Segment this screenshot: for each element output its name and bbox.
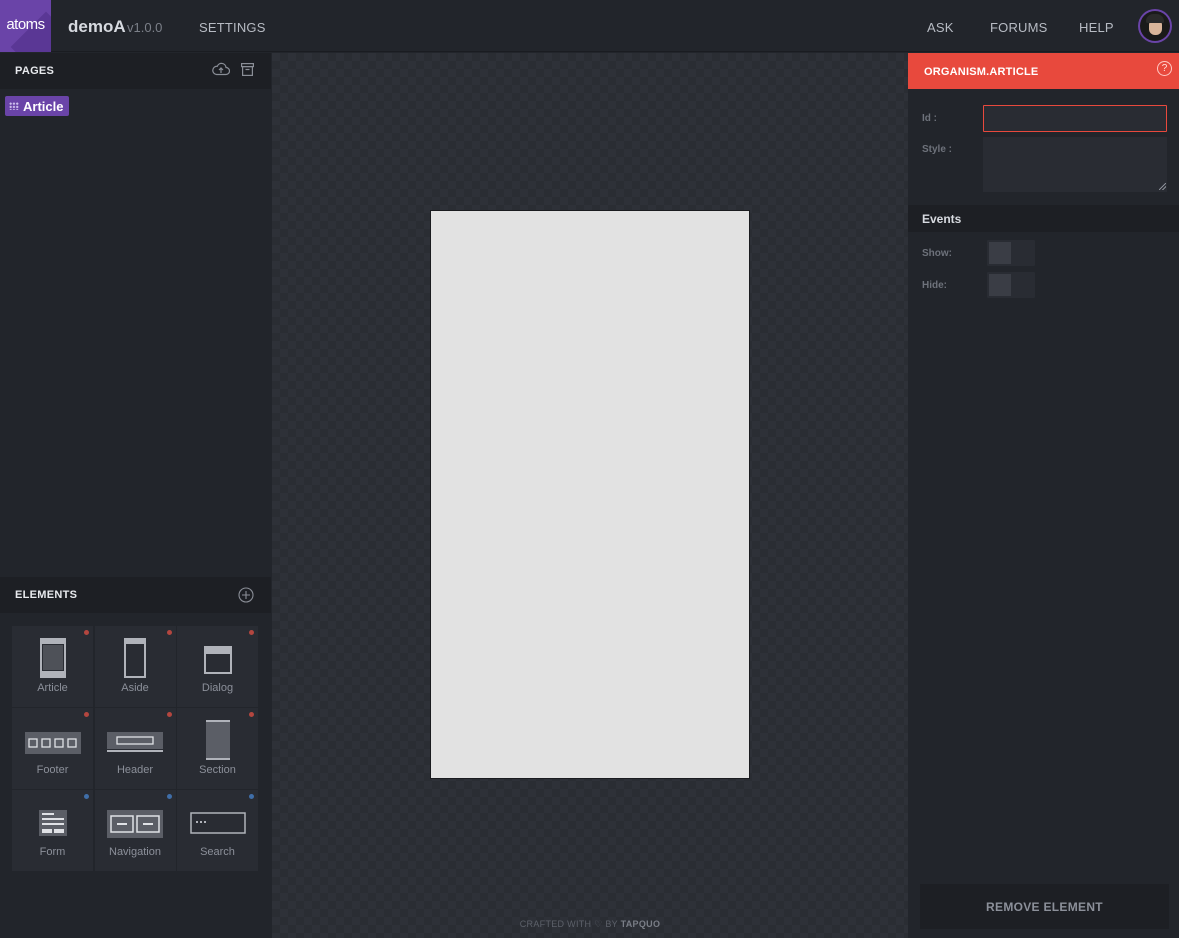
element-label: Navigation [109, 846, 161, 858]
element-label: Form [39, 846, 66, 858]
element-navigation[interactable]: Navigation [94, 790, 176, 871]
page-item-label: Article [23, 98, 64, 114]
id-label: Id : [922, 113, 937, 124]
elements-title: ELEMENTS [15, 589, 78, 601]
plus-circle-icon[interactable] [238, 587, 254, 606]
toggle-knob [989, 242, 1011, 264]
form-icon [38, 810, 67, 836]
left-panel: PAGES Article ELEMENTS Article Aside Dia… [0, 53, 271, 938]
molecule-dot [166, 794, 172, 799]
avatar-image [1140, 11, 1170, 41]
element-label: Article [37, 682, 68, 694]
pages-title: PAGES [15, 65, 55, 77]
id-field[interactable] [983, 105, 1167, 132]
editor-canvas[interactable]: CRAFTED WITH ♡ BY TAPQUO [272, 53, 908, 938]
hide-label: Hide: [922, 280, 947, 291]
help-icon[interactable]: ? [1157, 61, 1172, 76]
organism-dot [166, 630, 172, 635]
events-section-header: Events [908, 205, 1179, 232]
show-label: Show: [922, 248, 952, 259]
app-version: v1.0.0 [127, 20, 163, 35]
pages-header: PAGES [0, 53, 271, 89]
section-icon [205, 720, 230, 760]
element-label: Section [199, 764, 236, 776]
navigation-icon [107, 810, 163, 838]
settings-link[interactable]: SETTINGS [199, 20, 266, 35]
elements-grid: Article Aside Dialog Footer Header Secti… [12, 626, 258, 871]
molecule-dot [84, 794, 89, 799]
toggle-knob [989, 274, 1011, 296]
element-label: Search [200, 846, 235, 858]
article-icon [39, 638, 66, 678]
app-title: demoA [68, 17, 126, 36]
inspector-title: ORGANISM.ARTICLE [924, 66, 1039, 78]
style-label: Style : [922, 144, 953, 155]
organism-dot [84, 630, 89, 635]
element-form[interactable]: Form [12, 790, 93, 871]
header-icon [107, 732, 163, 752]
element-label: Aside [121, 682, 149, 694]
credit-by: BY [605, 919, 618, 929]
hide-event-toggle[interactable] [987, 272, 1035, 298]
style-textarea[interactable] [983, 137, 1167, 192]
organism-dot [249, 630, 254, 635]
user-avatar[interactable] [1138, 9, 1172, 43]
element-header[interactable]: Header [94, 708, 176, 789]
top-bar: atoms demoA v1.0.0 SETTINGS ASK FORUMS H… [0, 0, 1179, 52]
footer-icon [24, 732, 81, 754]
cloud-upload-icon[interactable] [212, 62, 231, 79]
ask-link[interactable]: ASK [927, 20, 954, 35]
archive-icon[interactable] [241, 63, 255, 79]
page-item-article[interactable]: Article [5, 96, 70, 116]
atoms-logo[interactable]: atoms [0, 0, 51, 52]
remove-element-button[interactable]: REMOVE ELEMENT [920, 884, 1169, 929]
device-preview-article[interactable] [430, 210, 750, 779]
inspector-header: ORGANISM.ARTICLE ? [908, 53, 1179, 89]
molecule-dot [249, 794, 254, 799]
organism-dot [84, 712, 89, 717]
show-event-toggle[interactable] [987, 240, 1035, 266]
events-title: Events [922, 212, 962, 226]
element-footer[interactable]: Footer [12, 708, 93, 789]
element-aside[interactable]: Aside [94, 626, 176, 707]
forums-link[interactable]: FORUMS [990, 20, 1048, 35]
search-box-icon [189, 812, 246, 834]
element-article[interactable]: Article [12, 626, 93, 707]
help-link[interactable]: HELP [1079, 20, 1114, 35]
inspector-panel: ORGANISM.ARTICLE ? Id : Style : Events S… [908, 53, 1179, 938]
element-search[interactable]: Search [177, 790, 258, 871]
element-label: Footer [36, 764, 69, 776]
crafted-by-credit: CRAFTED WITH ♡ BY TAPQUO [272, 919, 908, 930]
organism-dot [166, 712, 172, 717]
element-label: Dialog [201, 682, 234, 694]
aside-icon [124, 638, 146, 678]
element-dialog[interactable]: Dialog [177, 626, 258, 707]
organism-dot [249, 712, 254, 717]
elements-header: ELEMENTS [0, 577, 271, 613]
logo-text: atoms [6, 16, 45, 33]
element-label: Header [116, 764, 154, 776]
resize-handle-icon[interactable] [1159, 183, 1166, 190]
dialog-icon [203, 646, 232, 674]
element-section[interactable]: Section [177, 708, 258, 789]
credit-brand[interactable]: TAPQUO [621, 919, 661, 929]
grid-dots-icon [9, 102, 19, 110]
credit-prefix: CRAFTED WITH [519, 919, 592, 929]
heart-icon: ♡ [594, 919, 603, 929]
